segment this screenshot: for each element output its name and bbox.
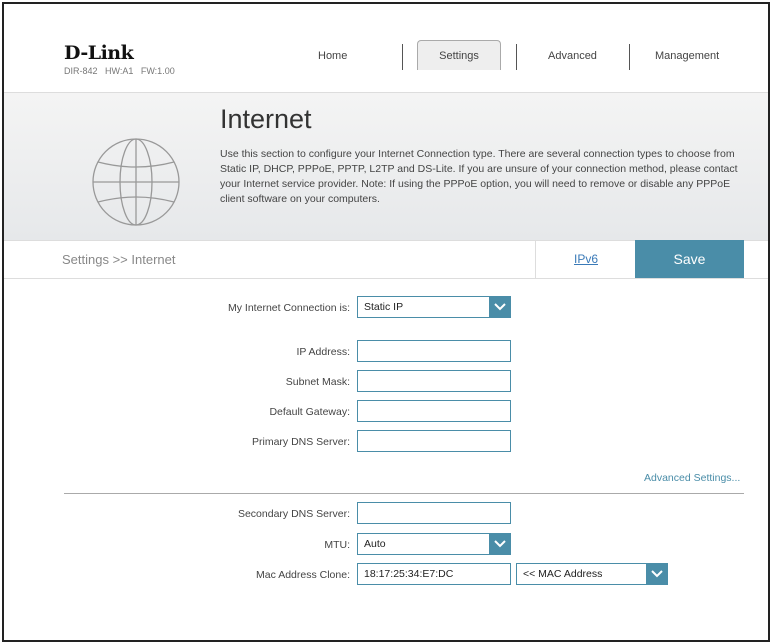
save-button[interactable]: Save (635, 240, 744, 278)
connection-type-value: Static IP (364, 301, 404, 313)
model-info: DIR-842 HW:A1 FW:1.00 (64, 66, 175, 76)
chevron-down-icon (489, 296, 511, 318)
breadcrumb: Settings >> Internet (62, 252, 176, 267)
nav-advanced[interactable]: Advanced (548, 50, 597, 62)
nav-separator (629, 44, 630, 70)
secondary-dns-field[interactable] (357, 502, 511, 524)
router-page: D-Link DIR-842 HW:A1 FW:1.00 Home Settin… (2, 2, 770, 642)
mtu-select[interactable]: Auto (357, 533, 511, 555)
nav-separator (402, 44, 403, 70)
connection-type-select[interactable]: Static IP (357, 296, 511, 318)
dlink-logo: D-Link (64, 42, 134, 64)
nav-management[interactable]: Management (655, 50, 719, 62)
ipv6-link[interactable]: IPv6 (535, 240, 636, 278)
mac-clone-label: Mac Address Clone: (256, 569, 350, 581)
nav-separator (516, 44, 517, 70)
divider (4, 278, 768, 279)
page-description: Use this section to configure your Inter… (220, 148, 738, 205)
default-gateway-label: Default Gateway: (269, 406, 350, 418)
connection-type-label: My Internet Connection is: (228, 302, 350, 314)
mac-address-select-value: << MAC Address (523, 568, 603, 580)
mac-address-field[interactable]: 18:17:25:34:E7:DC (357, 563, 511, 585)
mtu-label: MTU: (324, 539, 350, 551)
default-gateway-field[interactable] (357, 400, 511, 422)
mtu-value: Auto (364, 538, 386, 550)
subnet-mask-label: Subnet Mask: (285, 376, 350, 388)
mac-address-select[interactable]: << MAC Address (516, 563, 668, 585)
primary-dns-label: Primary DNS Server: (251, 436, 350, 448)
ip-address-label: IP Address: (296, 346, 350, 358)
nav-settings-label: Settings (439, 50, 479, 62)
globe-icon (90, 136, 182, 233)
primary-dns-field[interactable] (357, 430, 511, 452)
nav-home[interactable]: Home (318, 50, 347, 62)
page-title: Internet (220, 104, 312, 134)
chevron-down-icon (489, 533, 511, 555)
chevron-down-icon (646, 563, 668, 585)
advanced-settings-link[interactable]: Advanced Settings... (644, 472, 740, 484)
subnet-mask-field[interactable] (357, 370, 511, 392)
section-divider (64, 493, 744, 494)
secondary-dns-label: Secondary DNS Server: (237, 508, 350, 520)
ip-address-field[interactable] (357, 340, 511, 362)
nav-settings[interactable]: Settings (417, 40, 501, 70)
